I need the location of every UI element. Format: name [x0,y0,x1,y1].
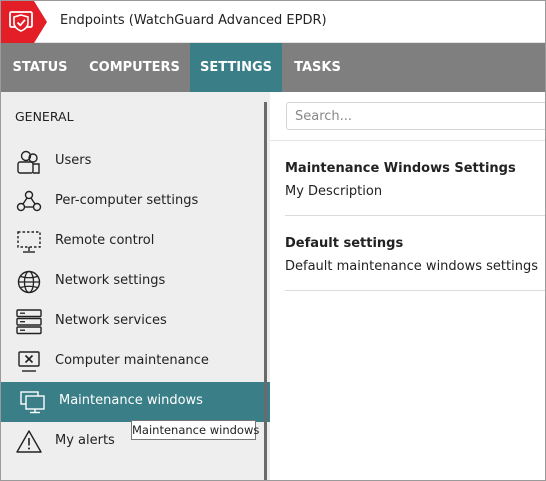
sidebar-item-label: My alerts [55,433,115,448]
sidebar-item-per-computer-settings[interactable]: Per-computer settings [1,182,270,222]
monitors-icon [20,391,45,414]
divider [270,140,545,141]
sidebar-item-computer-maintenance[interactable]: Computer maintenance [1,342,270,382]
sidebar-item-label: Computer maintenance [55,353,209,368]
app-title: Endpoints (WatchGuard Advanced EPDR) [60,13,327,28]
tab-status[interactable]: STATUS [1,43,79,92]
settings-item-description: Default maintenance windows settings [285,259,538,274]
settings-item-maintenance-windows[interactable]: Maintenance Windows Settings My Descript… [285,161,545,199]
sidebar-item-users[interactable]: Users [1,142,270,182]
sidebar-scrollbar[interactable] [264,102,267,480]
sidebar-item-label: Users [55,153,92,168]
tab-computers[interactable]: COMPUTERS [79,43,190,92]
shield-check-icon[interactable] [1,1,47,43]
sidebar-item-label: Network services [55,313,167,328]
sidebar-item-label: Per-computer settings [55,193,199,208]
main-nav: STATUS COMPUTERS SETTINGS TASKS [1,43,545,92]
settings-item-title: Default settings [285,236,404,251]
tab-settings[interactable]: SETTINGS [190,43,282,92]
network-nodes-icon [16,190,42,212]
sidebar-item-remote-control[interactable]: Remote control [1,222,270,262]
main-content: Maintenance Windows Settings My Descript… [270,92,545,480]
tooltip: Maintenance windows [131,420,259,440]
divider [285,215,545,216]
sidebar-item-label: Network settings [55,273,166,288]
globe-icon [17,270,41,294]
search-input[interactable] [286,102,545,130]
app-header: Endpoints (WatchGuard Advanced EPDR) [1,1,545,43]
server-icon [16,309,42,335]
app-window: Endpoints (WatchGuard Advanced EPDR) STA… [0,0,546,481]
settings-item-title: Maintenance Windows Settings [285,161,516,176]
remote-control-icon [17,231,41,253]
sidebar-item-network-settings[interactable]: Network settings [1,262,270,302]
settings-item-default[interactable]: Default settings Default maintenance win… [285,236,545,274]
sidebar-item-label: Remote control [55,233,155,248]
warning-icon [16,430,42,453]
sidebar-item-network-services[interactable]: Network services [1,302,270,342]
settings-item-description: My Description [285,184,383,199]
users-icon [17,150,40,174]
sidebar-section-title: GENERAL [15,109,74,124]
sidebar-item-maintenance-windows[interactable]: Maintenance windows [1,382,270,422]
tab-tasks[interactable]: TASKS [282,43,353,92]
divider [285,290,545,291]
computer-maintenance-icon [18,351,40,372]
sidebar-item-label: Maintenance windows [59,393,203,408]
